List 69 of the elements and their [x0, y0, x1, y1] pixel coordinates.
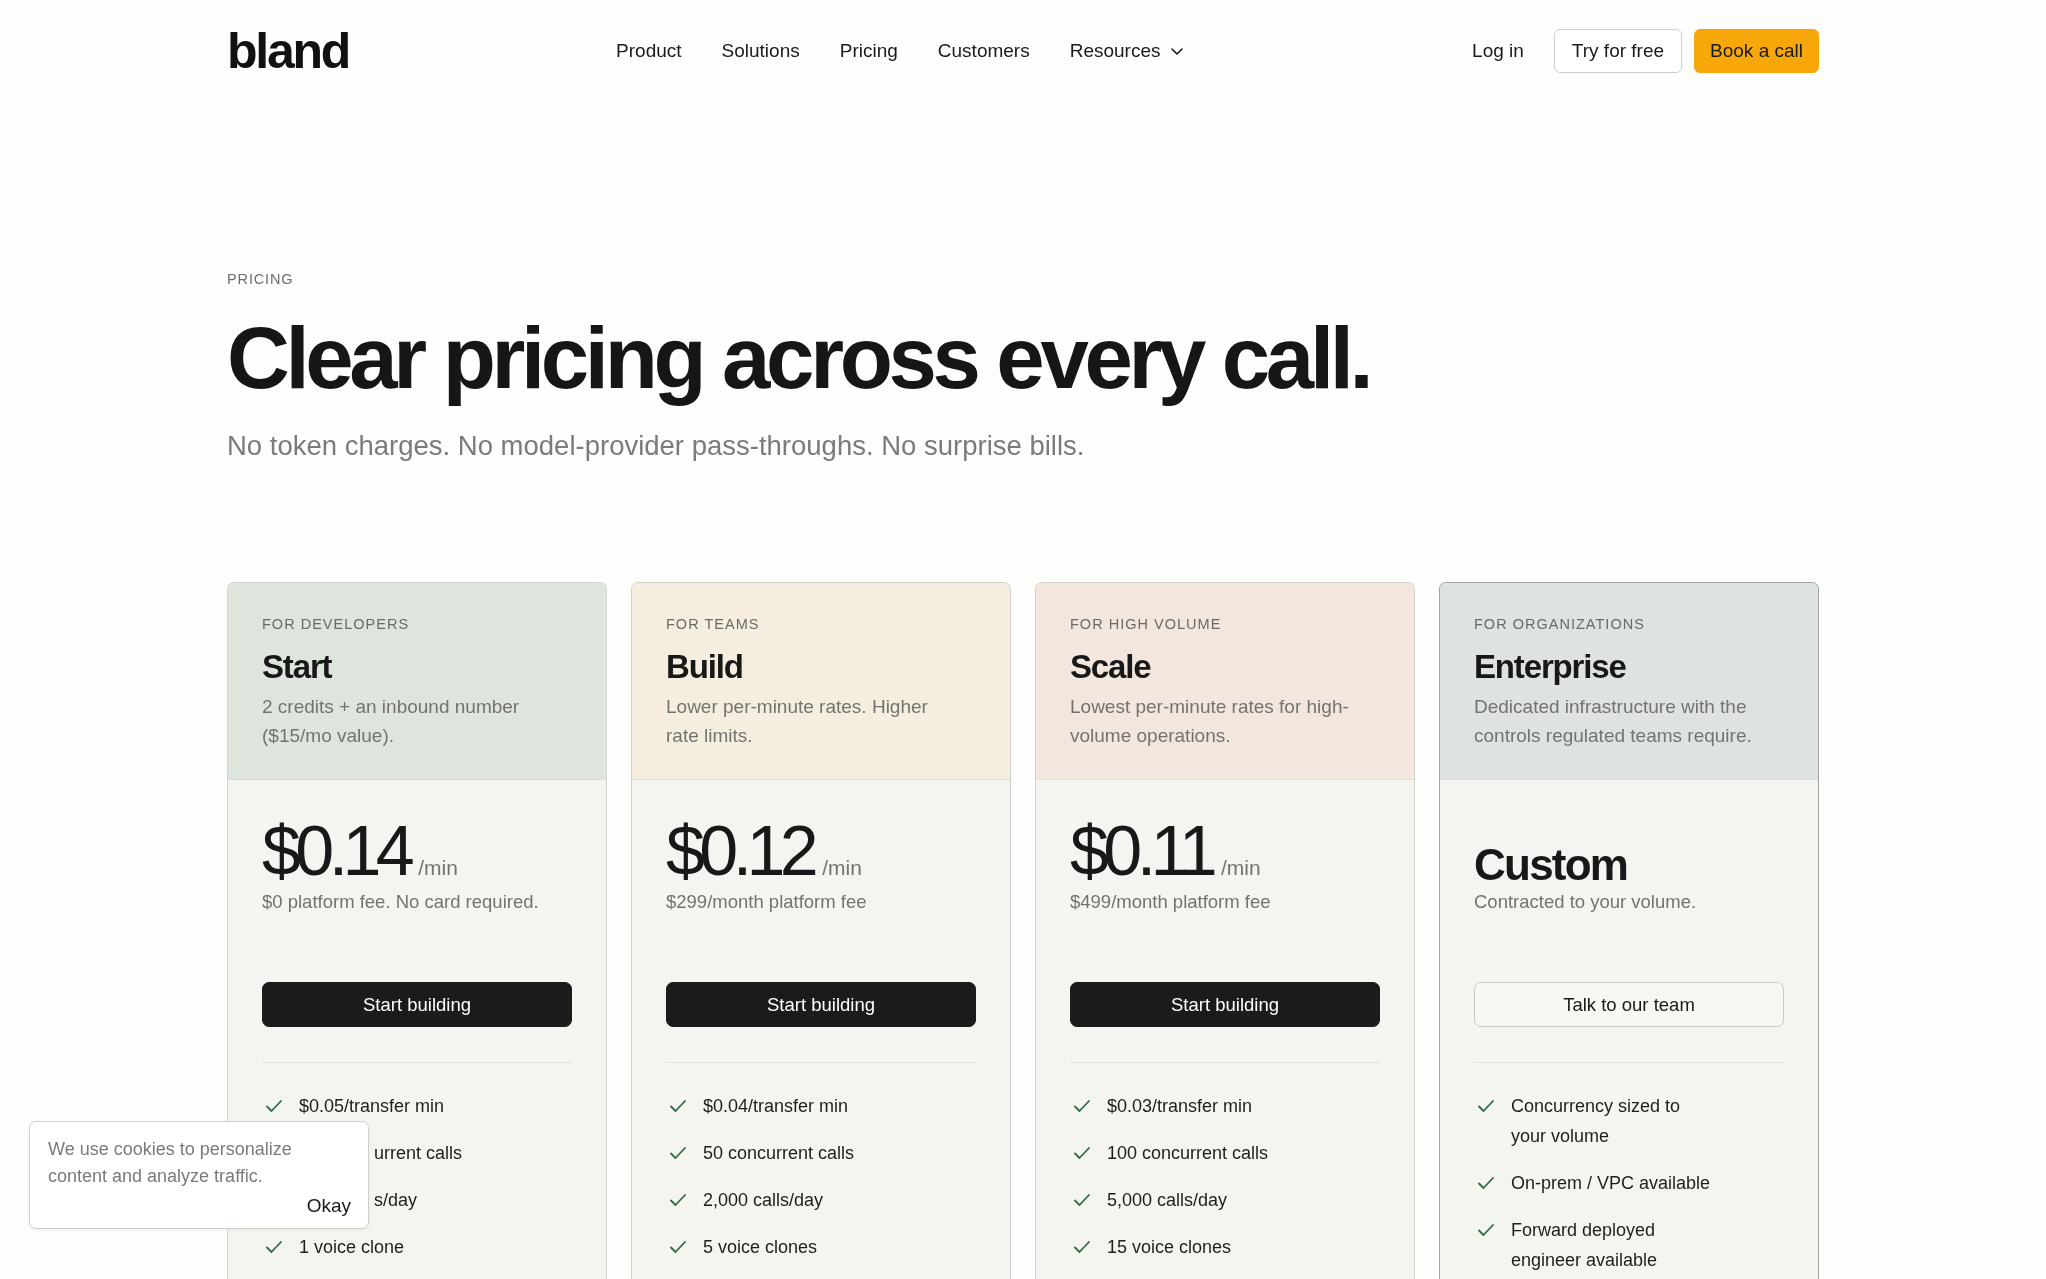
price-amount: $0.12	[666, 816, 814, 886]
custom-price: Custom	[1474, 843, 1628, 887]
feature-text: $0.05/transfer min	[299, 1095, 445, 1118]
price-unit: /min	[418, 856, 458, 880]
cta-button[interactable]: Start building	[1070, 982, 1380, 1027]
plan-audience: FOR ORGANIZATIONS	[1474, 615, 1646, 634]
check-icon	[266, 1100, 282, 1112]
feature-text: On-prem / VPC available	[1511, 1172, 1711, 1195]
feature-text: 5 voice clones	[703, 1236, 818, 1259]
nav-link[interactable]: Customers	[937, 40, 1030, 62]
check-icon	[1478, 1177, 1494, 1189]
price-amount: $0.14	[262, 816, 410, 886]
check-icon	[670, 1194, 686, 1206]
feature-text: $0.03/transfer min	[1107, 1095, 1253, 1118]
platform-fee: Contracted to your volume.	[1474, 890, 1698, 914]
plan-name: Scale	[1070, 647, 1152, 687]
feature-text: 50 concurrent calls	[703, 1142, 855, 1165]
check-icon	[1478, 1100, 1494, 1112]
plan-audience: FOR TEAMS	[666, 615, 761, 634]
plan-name: Build	[666, 647, 744, 687]
cta-button[interactable]: Talk to our team	[1474, 982, 1784, 1027]
plan-description: Lowest per-minute rates for high-volume operations.	[1070, 695, 1350, 748]
platform-fee: $299/month platform fee	[666, 890, 868, 914]
section-label: PRICING	[227, 270, 295, 289]
page-subtitle: No token charges. No model-provider pass-throughs. No surprise bills.	[227, 429, 1086, 463]
cta-button[interactable]: Start building	[666, 982, 976, 1027]
check-icon	[1074, 1147, 1090, 1159]
check-icon	[1478, 1224, 1494, 1236]
check-icon	[1074, 1100, 1090, 1112]
feature-text: $0.04/transfer min	[703, 1095, 849, 1118]
cta-button[interactable]: Start building	[262, 982, 572, 1027]
check-icon	[670, 1147, 686, 1159]
plan-audience: FOR DEVELOPERS	[262, 615, 411, 634]
chevron-down-icon	[1170, 47, 1183, 55]
check-icon	[670, 1241, 686, 1253]
book-call-button[interactable]: Book a call	[1694, 29, 1819, 73]
nav-link[interactable]: Solutions	[721, 40, 800, 62]
check-icon	[266, 1241, 282, 1253]
plan-description: Dedicated infrastructure with the controls regulated teams require.	[1474, 695, 1753, 748]
logo[interactable]: bland	[227, 32, 350, 70]
feature-text: urrent calls	[374, 1142, 463, 1165]
check-icon	[670, 1100, 686, 1112]
try-free-button[interactable]: Try for free	[1553, 29, 1683, 73]
feature-text: Forward deployed engineer available	[1511, 1219, 1659, 1272]
platform-fee: $0 platform fee. No card required.	[262, 890, 540, 914]
okay-button[interactable]: Okay	[306, 1194, 351, 1218]
feature-text: 5,000 calls/day	[1107, 1189, 1228, 1212]
nav-link[interactable]: Product	[616, 40, 682, 62]
cookie-message: We use cookies to personalize content and analyze traffic.	[48, 1138, 293, 1188]
feature-text: 15 voice clones	[1107, 1236, 1232, 1259]
login-link[interactable]: Log in	[1472, 40, 1524, 62]
feature-text: 2,000 calls/day	[703, 1189, 824, 1212]
plan-name: Start	[262, 647, 333, 687]
plan-description: 2 credits + an inbound number ($15/mo value).	[262, 695, 521, 748]
price-unit: /min	[1221, 856, 1261, 880]
feature-text: 1 voice clone	[299, 1236, 405, 1259]
feature-text: 100 concurrent calls	[1107, 1142, 1269, 1165]
check-icon	[1074, 1241, 1090, 1253]
feature-text: s/day	[374, 1189, 418, 1212]
plan-name: Enterprise	[1474, 647, 1627, 687]
nav-link[interactable]: Pricing	[839, 40, 898, 62]
plan-audience: FOR HIGH VOLUME	[1070, 615, 1223, 634]
feature-text: Concurrency sized to your volume	[1511, 1095, 1682, 1148]
nav-link[interactable]: Resources	[1069, 40, 1183, 62]
platform-fee: $499/month platform fee	[1070, 890, 1272, 914]
check-icon	[1074, 1194, 1090, 1206]
price-unit: /min	[822, 856, 862, 880]
plan-description: Lower per-minute rates. Higher rate limits.	[666, 695, 929, 748]
price-amount: $0.11	[1070, 816, 1212, 886]
